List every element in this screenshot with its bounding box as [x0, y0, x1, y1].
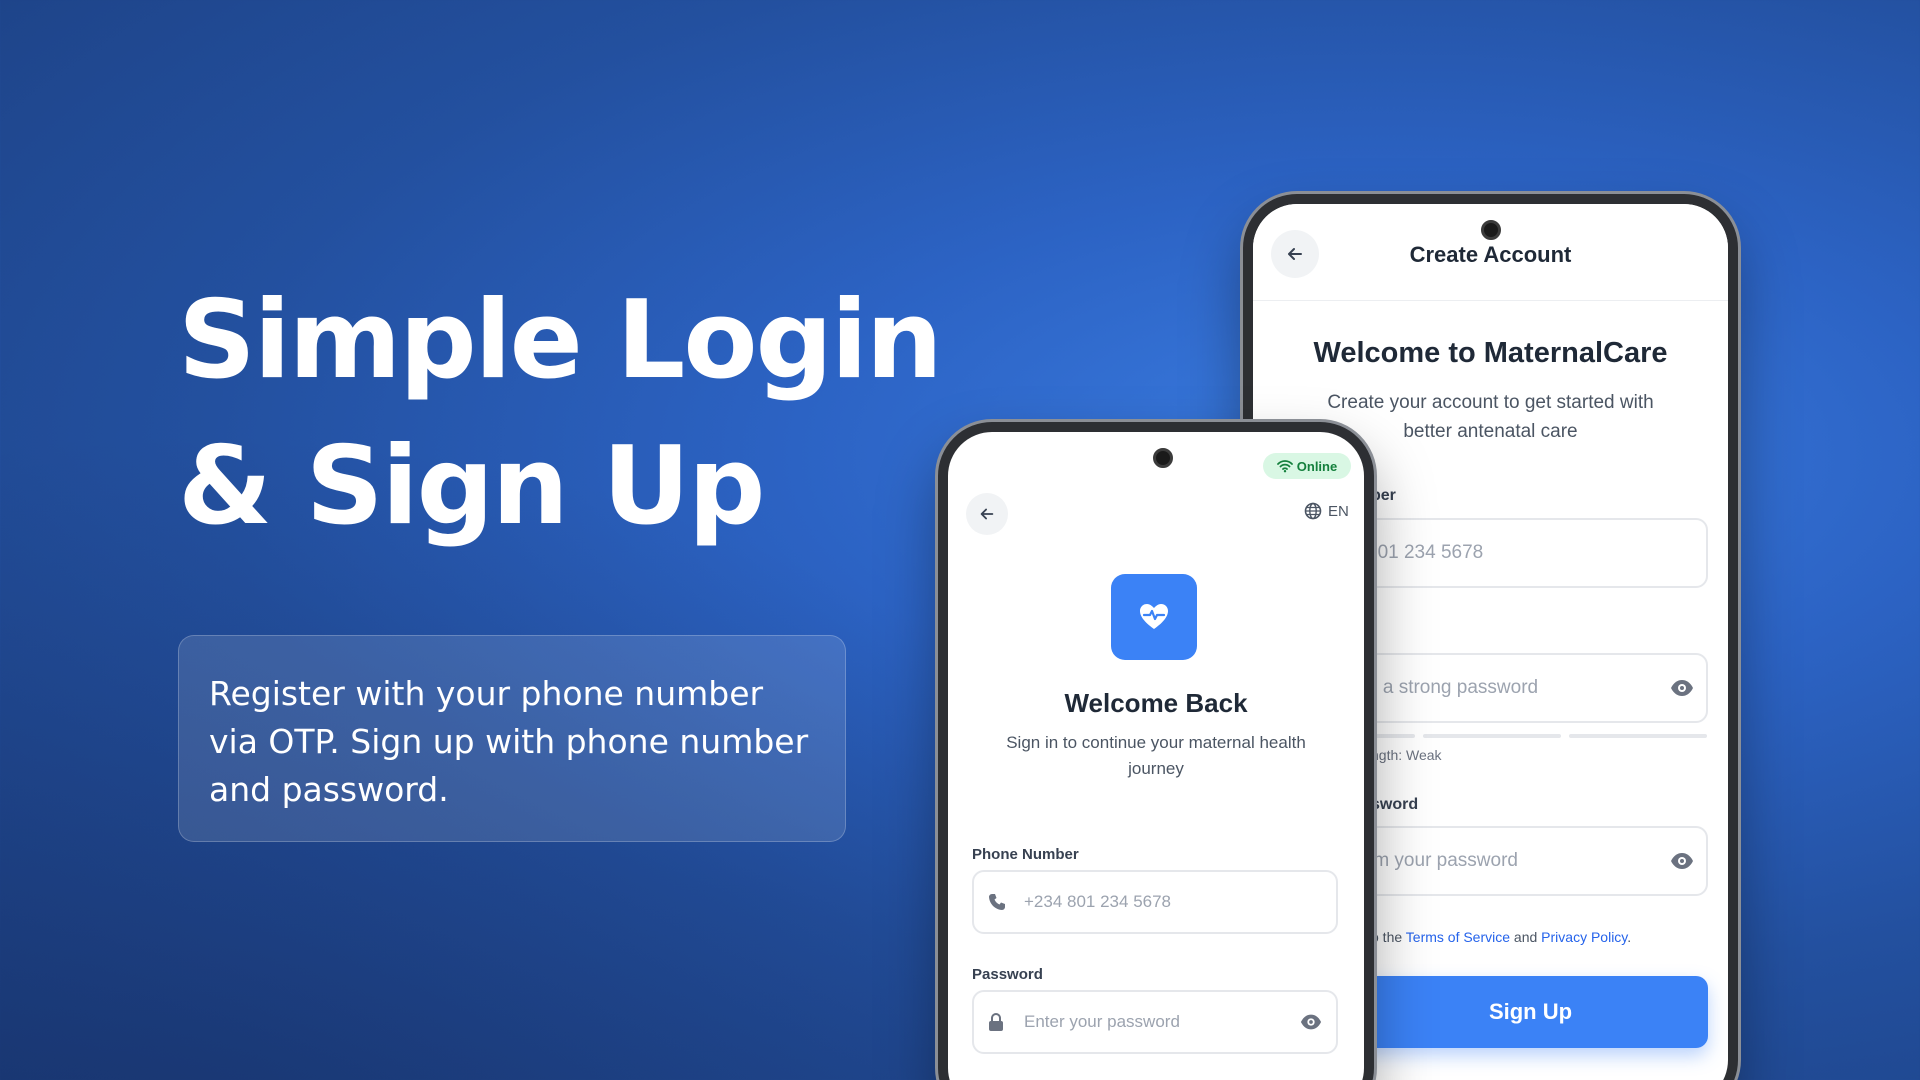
heart-pulse-icon	[1140, 604, 1168, 629]
status-label: Online	[1296, 458, 1338, 474]
eye-icon[interactable]	[1670, 849, 1694, 873]
confirm-placeholder: rm your password	[1367, 850, 1518, 871]
phone-input[interactable]: 801 234 5678	[1353, 518, 1708, 588]
header-title: Create Account	[1409, 242, 1572, 267]
signup-header: Create Account	[1253, 204, 1728, 301]
password-label: Password	[972, 966, 1043, 983]
back-button[interactable]	[966, 493, 1008, 535]
strength-label: ngth: Weak	[1371, 747, 1442, 763]
terms-link[interactable]: Terms of Service	[1406, 929, 1510, 945]
language-selector[interactable]: EN	[1304, 502, 1349, 520]
hero-description: Register with your phone number via OTP.…	[209, 674, 809, 809]
terms-text: o the Terms of Service and Privacy Polic…	[1371, 929, 1631, 945]
globe-icon	[1304, 502, 1322, 520]
front-camera	[1481, 220, 1501, 240]
app-logo	[1111, 574, 1197, 660]
signup-subheading: Create your account to get started with …	[1327, 392, 1654, 442]
wifi-icon	[1276, 460, 1293, 473]
language-code: EN	[1328, 502, 1349, 520]
lock-icon	[989, 1013, 1003, 1031]
front-camera	[1153, 448, 1173, 468]
eye-icon[interactable]	[1670, 676, 1694, 700]
terms-suffix: .	[1627, 929, 1632, 945]
phone-placeholder: +234 801 234 5678	[1024, 892, 1172, 911]
login-heading: Welcome Back	[1064, 688, 1248, 718]
terms-prefix: o the	[1371, 929, 1406, 945]
strength-bar-2	[1423, 734, 1561, 738]
back-arrow-icon	[980, 508, 994, 520]
login-subheading: Sign in to continue your maternal health…	[1006, 733, 1306, 778]
hero-title-line2: & Sign Up	[178, 424, 765, 549]
phone-icon	[989, 894, 1005, 910]
hero-title: Simple Login & Sign Up	[178, 268, 978, 560]
eye-icon[interactable]	[1300, 1011, 1322, 1033]
hero-title-line1: Simple Login	[178, 278, 943, 403]
phone-label: Phone Number	[972, 846, 1079, 863]
hero-description-card: Register with your phone number via OTP.…	[178, 635, 846, 842]
privacy-link[interactable]: Privacy Policy	[1541, 929, 1627, 945]
terms-and: and	[1510, 929, 1542, 945]
password-input[interactable]: e a strong password	[1353, 653, 1708, 723]
password-input[interactable]: Enter your password	[972, 990, 1338, 1054]
phone-placeholder: 801 234 5678	[1367, 542, 1484, 563]
password-placeholder: Enter your password	[1024, 1012, 1180, 1031]
confirm-label: sword	[1371, 796, 1419, 813]
password-placeholder: e a strong password	[1367, 677, 1539, 698]
phone-label: ber	[1371, 487, 1396, 504]
signup-button[interactable]: Sign Up	[1353, 976, 1708, 1048]
phone-input[interactable]: +234 801 234 5678	[972, 870, 1338, 934]
signup-heading: Welcome to MaternalCare	[1313, 337, 1668, 369]
login-phone: Online EN Welcome Back Sign in to contin…	[938, 422, 1374, 1080]
confirm-password-input[interactable]: rm your password	[1353, 826, 1708, 896]
status-badge: Online	[1263, 453, 1351, 479]
strength-bar-3	[1569, 734, 1707, 738]
